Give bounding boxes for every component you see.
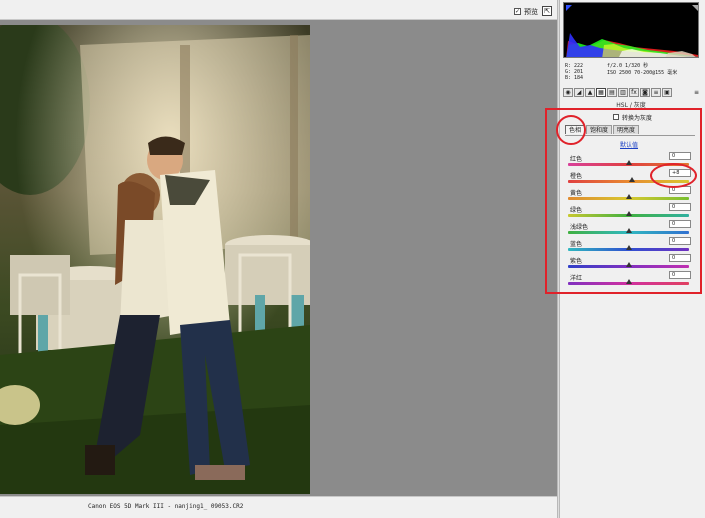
photo-preview [0,25,310,494]
slider-label: 黄色 [570,190,583,197]
panel-menu-icon[interactable]: ≡ [694,89,699,96]
split-toning-icon[interactable]: ▤ [607,88,617,97]
slider-value-input[interactable]: 0 [669,152,691,160]
basic-icon[interactable]: ◉ [563,88,573,97]
status-bar: Canon EOS 5D Mark III - nanjing1_ 09053.… [0,496,557,518]
slider-row: 红色 0 [563,152,701,169]
slider-value-input[interactable]: 0 [669,220,691,228]
exif-iso-lens: ISO 2500 70-200@155 毫米 [607,70,678,76]
preview-checkbox[interactable]: ✓ [514,8,521,15]
exif-readout: f/2.0 1/320 秒 ISO 2500 70-200@155 毫米 [607,63,677,77]
slider-thumb[interactable] [625,194,632,199]
effects-icon[interactable]: fx [629,88,639,97]
slider-thumb[interactable] [625,211,632,216]
histogram [563,2,699,58]
slider-value-input[interactable]: 0 [669,254,691,262]
detail-icon[interactable]: ▲ [585,88,595,97]
slider-thumb[interactable] [625,279,632,284]
slider-thumb[interactable] [625,228,632,233]
slider-row: 紫色 0 [563,254,701,271]
slider-thumb[interactable] [625,160,632,165]
tab-saturation[interactable]: 饱和度 [586,125,613,134]
snapshots-icon[interactable]: ▣ [662,88,672,97]
presets-icon[interactable]: ≡ [651,88,661,97]
slider-label: 蓝色 [570,241,583,248]
slider-row: 绿色 0 [563,203,701,220]
hsl-tabs: 色相 饱和度 明亮度 [565,125,640,134]
preview-label: 预览 [524,8,538,16]
slider-value-input[interactable]: 0 [669,186,691,194]
panel-title: HSL / 灰度 [616,102,646,109]
slider-row: 蓝色 0 [563,237,701,254]
adjustments-panel: R: 222 G: 201 B: 184 f/2.0 1/320 秒 ISO 2… [560,0,705,518]
hsl-icon[interactable]: ▦ [596,88,606,97]
slider-label: 紫色 [570,258,583,265]
b-value: B: 184 [565,75,584,81]
slider-value-input[interactable]: 0 [669,203,691,211]
slider-label: 红色 [570,156,583,163]
tab-luminance[interactable]: 明亮度 [613,125,640,134]
slider-thumb[interactable] [625,262,632,267]
slider-thumb[interactable] [629,177,636,182]
exif-aperture-shutter: f/2.0 1/320 秒 [607,63,649,69]
rgb-readout: R: 222 G: 201 B: 184 [565,63,583,81]
preview-toolbar: ✓ 预览 ⇱ [0,0,557,20]
lens-icon[interactable]: ▥ [618,88,628,97]
slider-value-input[interactable]: +8 [669,169,691,177]
fullscreen-icon[interactable]: ⇱ [542,6,552,16]
hsl-panel: 转换为灰度 色相 饱和度 明亮度 默认值 红色 0 橙色 +8 黄色 0 绿色 0 浅绿色 0 蓝色… [563,109,701,294]
slider-label: 浅绿色 [570,224,589,231]
grayscale-label: 转换为灰度 [622,115,653,122]
panel-tabs: ◉ ◢ ▲ ▦ ▤ ▥ fx ◙ ≡ ▣ [563,88,699,98]
tone-curve-icon[interactable]: ◢ [574,88,584,97]
slider-value-input[interactable]: 0 [669,237,691,245]
tab-underline [565,135,695,136]
slider-row: 浅绿色 0 [563,220,701,237]
slider-label: 洋红 [570,275,583,282]
slider-label: 绿色 [570,207,583,214]
slider-row: 洋红 0 [563,271,701,288]
grayscale-checkbox[interactable] [613,114,619,120]
slider-thumb[interactable] [625,245,632,250]
slider-label: 橙色 [570,173,583,180]
slider-row: 橙色 +8 [563,169,701,186]
slider-row: 黄色 0 [563,186,701,203]
slider-value-input[interactable]: 0 [669,271,691,279]
image-canvas[interactable] [0,20,557,496]
camera-info: Canon EOS 5D Mark III - nanjing1_ 09053.… [88,503,244,510]
tab-hue[interactable]: 色相 [565,125,586,134]
camera-calibration-icon[interactable]: ◙ [640,88,650,97]
default-link[interactable]: 默认值 [620,140,638,149]
